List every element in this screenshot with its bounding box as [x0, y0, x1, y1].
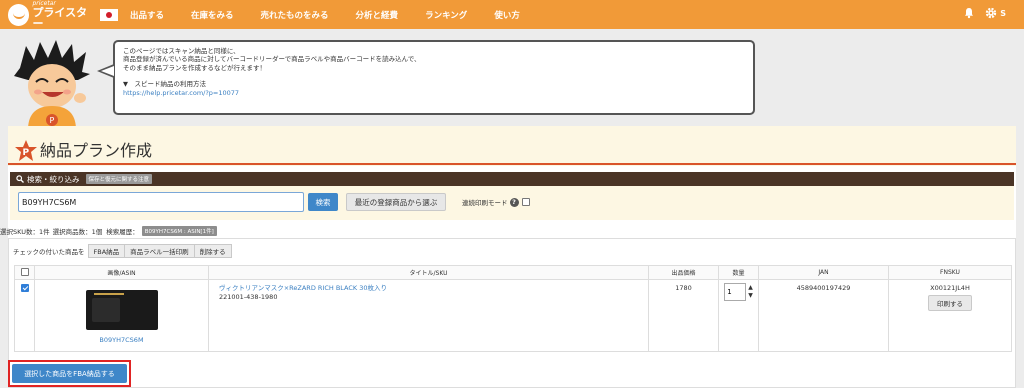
bubble-line-2: 商品登録が済んでいる商品に対してバーコードリーダーで商品ラベルや商品バーコードを… — [123, 55, 421, 64]
bubble-help-label: ▼ スピード納品の利用方法 — [123, 80, 206, 89]
page-header: P 納品プラン作成 — [8, 126, 1016, 166]
quantity-stepper[interactable]: ▲ ▼ — [748, 284, 753, 300]
serial-print-checkbox[interactable] — [521, 198, 530, 206]
product-table-box: チェックの付いた商品を FBA納品 商品ラベル一括印刷 削除する 画像/ASIN… — [8, 238, 1016, 388]
nav-link-ranking[interactable]: ランキング — [425, 9, 467, 21]
col-fnsku: FNSKU — [888, 265, 1012, 280]
p-badge-icon: P — [15, 140, 37, 161]
asin-link[interactable]: B09YH7CS6M — [35, 336, 208, 344]
nav-link-howto[interactable]: 使い方 — [494, 9, 520, 21]
product-sku: 221001-438-1980 — [219, 293, 278, 301]
japan-flag-icon[interactable] — [100, 8, 119, 21]
table-row: B09YH7CS6M ヴィクトリアンマスク×ReZARD RICH BLACK … — [14, 279, 1012, 352]
product-fnsku: X00121JL4H — [930, 284, 970, 292]
selection-stats: 選択SKU数：1件 選択商品数：1個 検索履歴： B09YH7CS6M : AS… — [0, 226, 217, 236]
nav-link-listing[interactable]: 出品する — [130, 9, 164, 21]
nav-link-inventory[interactable]: 在庫をみる — [191, 9, 234, 21]
bulk-label-print-button[interactable]: 商品ラベル一括印刷 — [125, 244, 195, 258]
pricetar-logo[interactable]: pricetar プライスター — [8, 0, 119, 30]
nav-right: S — [963, 7, 1006, 19]
nav-link-sold[interactable]: 売れたものをみる — [261, 9, 329, 21]
selected-item-count: 選択商品数：1個 — [52, 228, 103, 236]
serial-print-mode: 連続印刷モード ? — [462, 197, 530, 207]
svg-text:P: P — [50, 116, 55, 125]
col-jan: JAN — [758, 265, 889, 280]
search-row: 検索 最近の登録商品から選ぶ 連続印刷モード ? — [10, 186, 1014, 220]
selected-sku-count: 選択SKU数：1件 — [0, 228, 50, 236]
help-icon[interactable]: ? — [509, 197, 519, 207]
col-image-asin: 画像/ASIN — [34, 265, 209, 280]
main-nav: 出品する 在庫をみる 売れたものをみる 分析と経費 ランキング 使い方 — [130, 9, 547, 21]
bubble-help-link[interactable]: https://help.pricetar.com/?p=10077 — [123, 89, 239, 97]
product-table: 画像/ASIN タイトル/SKU 出品価格 数量 JAN FNSKU B09YH… — [14, 265, 1012, 352]
quantity-input[interactable] — [724, 283, 747, 301]
serial-print-label: 連続印刷モード — [462, 199, 508, 207]
svg-text:P: P — [23, 148, 30, 158]
col-qty: 数量 — [718, 265, 759, 280]
search-section-bar[interactable]: 検索・絞り込み 保存と復元に関する注意 — [10, 172, 1014, 186]
product-price: 1780 — [648, 279, 719, 352]
search-icon — [16, 175, 24, 183]
top-nav: pricetar プライスター 出品する 在庫をみる 売れたものをみる 分析と経… — [0, 0, 1024, 29]
save-restore-warning-badge[interactable]: 保存と復元に関する注意 — [85, 174, 153, 184]
product-image[interactable] — [85, 290, 158, 330]
bell-icon[interactable] — [963, 7, 975, 19]
fba-button-highlight: 選択した商品をFBA納品する — [8, 360, 131, 387]
fba-delivery-button[interactable]: FBA納品 — [87, 244, 126, 258]
stepper-down-icon[interactable]: ▼ — [748, 292, 753, 300]
page-title: 納品プラン作成 — [40, 141, 153, 160]
product-title-link[interactable]: ヴィクトリアンマスク×ReZARD RICH BLACK 30枚入り — [219, 284, 387, 292]
bulk-actions-label: チェックの付いた商品を — [13, 248, 85, 256]
select-all-checkbox[interactable] — [20, 267, 29, 276]
gear-icon[interactable] — [985, 7, 997, 19]
bulk-actions: チェックの付いた商品を FBA納品 商品ラベル一括印刷 削除する — [13, 244, 232, 258]
row-checkbox[interactable] — [20, 284, 29, 292]
bubble-line-3: そのまま納品プランを作成するなどが行えます！ — [123, 63, 266, 72]
title-underline — [8, 163, 1016, 165]
mascot-illustration: P — [14, 40, 90, 130]
col-title-sku: タイトル/SKU — [208, 265, 649, 280]
search-history-badge[interactable]: B09YH7CS6M : ASIN[1件] — [141, 226, 217, 236]
recent-products-button[interactable]: 最近の登録商品から選ぶ — [346, 193, 446, 211]
nav-link-analysis[interactable]: 分析と経費 — [356, 9, 399, 21]
col-price: 出品価格 — [648, 265, 719, 280]
stepper-up-icon[interactable]: ▲ — [748, 284, 753, 292]
delete-button[interactable]: 削除する — [194, 244, 232, 258]
user-initial[interactable]: S — [1000, 9, 1006, 18]
logo-title: プライスター — [32, 5, 88, 30]
search-history-label: 検索履歴： — [106, 228, 139, 236]
product-jan: 4589400197429 — [758, 279, 889, 352]
search-input[interactable] — [18, 192, 304, 212]
print-label-button[interactable]: 印刷する — [928, 295, 972, 311]
logo-face-icon — [8, 3, 30, 26]
fba-submit-button[interactable]: 選択した商品をFBA納品する — [12, 364, 127, 383]
search-section-label: 検索・絞り込み — [27, 174, 80, 184]
help-bubble: このページではスキャン納品と同様に、 商品登録が済んでいる商品に対してバーコード… — [113, 40, 755, 115]
search-button[interactable]: 検索 — [308, 193, 338, 211]
